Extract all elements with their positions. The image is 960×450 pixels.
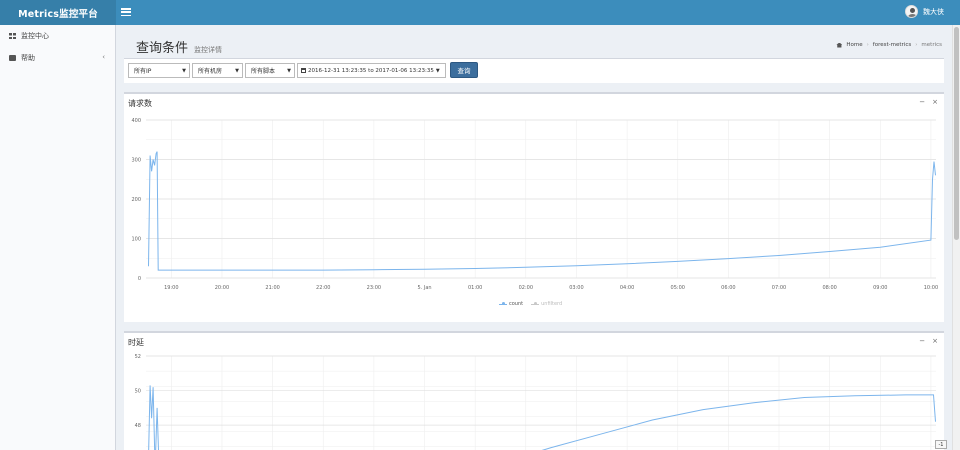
caret-down-icon: ▼ [435,67,440,74]
collapse-icon[interactable]: − [919,98,925,106]
x-tick-label: 01:00 [468,285,482,291]
app-logo-title[interactable]: Metrics监控平台 [0,0,116,25]
caret-down-icon: ▼ [182,68,186,74]
collapse-icon[interactable]: − [919,337,925,345]
room-select-value: 所有机房 [198,68,223,75]
home-icon [836,42,843,48]
x-tick-label: 23:00 [367,285,381,291]
page-header: 查询条件 监控详情 [136,37,222,56]
ip-select-value: 所有IP [134,68,152,75]
page-indicator-button[interactable]: -1 [935,440,947,449]
script-select-value: 所有脚本 [251,68,276,75]
user-menu[interactable]: 魏大侠 [905,5,944,18]
legend-marker [531,302,540,305]
calendar-icon [301,68,306,73]
x-tick-label: 09:00 [873,285,887,291]
page-scrollbar[interactable] [952,25,960,450]
chart-legend: count unfilterd [499,301,562,307]
ip-select[interactable]: 所有IP ▼ [128,63,190,78]
x-tick-label: 02:00 [519,285,533,291]
x-tick-label: 06:00 [721,285,735,291]
y-tick-label: 400 [131,118,141,124]
x-tick-label: 22:00 [316,285,330,291]
chevron-left-icon: ‹ [102,53,105,61]
legend-item-count[interactable]: count [499,301,523,307]
sidebar-toggle-icon[interactable] [120,6,132,18]
x-tick-label: 07:00 [772,285,786,291]
y-tick-label: 48 [135,423,141,429]
x-tick-label: 04:00 [620,285,634,291]
legend-label: unfilterd [541,301,563,307]
breadcrumb-separator: › [866,42,869,48]
x-tick-label: 5. Jan [417,285,431,291]
envelope-icon [9,55,16,61]
y-tick-label: 300 [131,158,141,164]
y-tick-label: 200 [131,197,141,203]
series-line-count [148,385,936,450]
sidebar-item-help[interactable]: 帮助 ‹ [0,47,115,69]
scrollbar-thumb[interactable] [954,27,959,240]
x-tick-label: 08:00 [822,285,836,291]
breadcrumb: Home › forest-metrics › metrics [836,42,942,48]
y-tick-label: 100 [131,237,141,243]
series-line-count [148,151,936,271]
legend-item-unfilterd[interactable]: unfilterd [531,301,562,307]
date-range-value: 2016-12-31 13:23:35 to 2017-01-06 13:23:… [308,67,434,74]
x-tick-label: 03:00 [569,285,583,291]
breadcrumb-current: metrics [921,42,942,48]
sidebar-item-monitor-center[interactable]: 监控中心 [0,25,115,47]
x-tick-label: 21:00 [265,285,279,291]
requests-chart[interactable]: 19:00 20:00 21:00 22:00 23:00 5. Jan 01:00 02:0… [124,112,944,322]
breadcrumb-level1[interactable]: forest-metrics [873,42,911,48]
top-navbar: Metrics监控平台 魏大侠 [0,0,960,25]
page-subtitle: 监控详情 [194,46,223,54]
latency-panel: 时延 − × 46485052 [124,331,944,450]
sidebar-item-label: 帮助 [21,54,35,62]
avatar [905,5,918,18]
sidebar-item-label: 监控中心 [21,32,49,40]
script-select[interactable]: 所有脚本 ▼ [245,63,295,78]
requests-panel: 请求数 − × 19:00 20:00 21:00 22:00 23:00 5. Jan 0… [124,92,944,322]
caret-down-icon: ▼ [287,68,291,74]
date-range-picker[interactable]: 2016-12-31 13:23:35 to 2017-01-06 13:23:… [297,63,446,78]
filter-bar: 所有IP ▼ 所有机房 ▼ 所有脚本 ▼ 2016-12-31 13:23:35… [124,58,944,83]
y-tick-label: 0 [138,276,141,282]
x-tick-label: 20:00 [215,285,229,291]
user-name: 魏大侠 [923,7,944,16]
legend-marker [499,302,507,305]
sidebar: 监控中心 帮助 ‹ [0,25,116,450]
caret-down-icon: ▼ [235,68,239,74]
y-tick-label: 52 [135,354,141,360]
x-tick-label: 10:00 [924,285,938,291]
panel-title: 请求数 [128,99,152,108]
legend-label: count [509,301,524,307]
y-tick-label: 50 [135,389,141,395]
panel-title: 时延 [128,338,144,347]
query-button[interactable]: 查询 [450,62,478,78]
page-title: 查询条件 [136,41,189,56]
close-icon[interactable]: × [932,98,938,106]
room-select[interactable]: 所有机房 ▼ [192,63,243,78]
breadcrumb-home[interactable]: Home [846,42,862,48]
main-content: 查询条件 监控详情 Home › forest-metrics › metric… [116,25,960,450]
latency-chart[interactable]: 46485052 [124,351,944,450]
panel-tools: − × [919,337,938,345]
panel-tools: − × [919,98,938,106]
breadcrumb-separator: › [915,42,918,48]
x-tick-label: 19:00 [164,285,178,291]
dashboard-icon [9,33,16,39]
close-icon[interactable]: × [932,337,938,345]
x-tick-label: 05:00 [671,285,685,291]
